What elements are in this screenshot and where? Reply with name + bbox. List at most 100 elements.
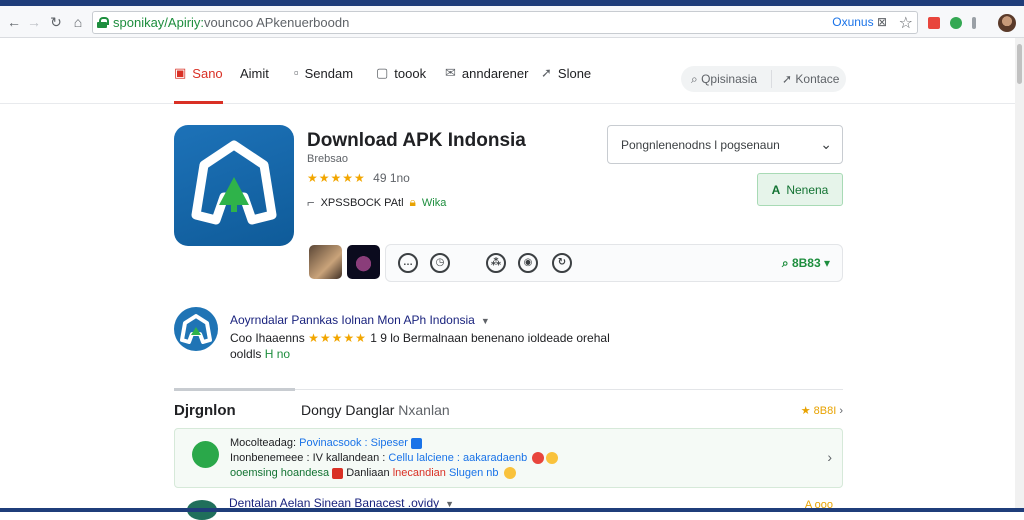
chevron-right-icon[interactable]: › [827,449,832,465]
list-item-text: Inonbenemeee : IV kallandean : [230,452,386,464]
tab-label: Sano [192,66,223,81]
forward-icon[interactable]: → [26,14,42,30]
list-item-line: Mocolteadag: Povinacsook : Sipeser [230,437,423,449]
contact-button[interactable]: ➚ Kontace [782,72,839,86]
extension-red-icon[interactable] [928,17,940,29]
refresh-icon[interactable]: ↻ [552,253,572,273]
section-subtitle-main: Dongy Danglar [301,402,395,418]
featured-app-logo[interactable] [174,307,218,351]
star-icon: ★ [800,405,811,417]
menu-dots-icon[interactable] [972,17,976,29]
emoji-icon [503,467,516,480]
list-item-link[interactable]: Povinacsook : Sipeser [299,437,408,449]
featured-extra-line: ooldls H no [230,347,290,361]
version-select[interactable]: Pongnlenenodns l pogsenaun ⌄ [607,125,843,164]
lock-icon [97,17,109,28]
tab-label: anndarener [461,66,529,81]
section-subtitle[interactable]: Dongy Danglar Nxanlan [301,402,450,418]
bookmark-star-icon[interactable]: ☆ [899,13,913,33]
profile-avatar[interactable] [998,14,1016,32]
clear-icon[interactable]: ⊠ [877,15,887,29]
chevron-down-icon: ⌄ [820,136,832,152]
tab-label: toook [394,66,427,81]
contact-label: Kontace [795,72,840,86]
camera-icon[interactable]: ◉ [518,253,538,273]
list-item[interactable]: Mocolteadag: Povinacsook : Sipeser Inonb… [174,428,843,488]
featured-description: 1 9 lo Bermalnaan benenano ioldeade oreh… [370,331,610,345]
tab-label: Slone [557,66,592,81]
home-icon[interactable]: ⌂ [70,14,86,30]
app-title: Download APK Indonsia [307,130,526,151]
featured-meta: Coo Ihaaenns [230,331,305,345]
site-nav-tabs: ▣ Sano Aimit ▫ Sendam ▢ toook ✉ anndaren… [0,38,1015,104]
screenshot-thumbnail[interactable] [347,245,380,279]
screenshot-thumbnail[interactable] [309,245,342,279]
tab-mail[interactable]: ✉ anndarener [445,66,528,94]
featured-title-text: Aoyrndalar Pannkas Iolnan Mon APh Indons… [230,313,475,327]
mail-icon: ✉ [445,65,456,80]
back-icon[interactable]: ← [6,14,22,30]
square-icon: ▫ [294,65,299,80]
featured-extra-tag: H no [264,347,291,361]
tab-store[interactable]: ▣ Sano [174,66,223,104]
tab-aimit[interactable]: Aimit [240,66,269,94]
emoji-icon [546,452,559,465]
share-icon: ➚ [541,65,552,80]
rating-stars: ★★★★★ [307,171,366,185]
chat-app-icon [192,441,219,468]
section-sort-label: 8B8I [813,405,837,417]
app-logo-icon [180,314,212,344]
install-button[interactable]: A Nenena [757,173,843,206]
list-item-text: Danliaan [346,467,390,479]
tab-book[interactable]: ▢ toook [376,66,426,94]
app-info-tag[interactable]: Wika [422,197,446,209]
share-icon: ➚ [782,72,793,86]
review-count[interactable]: ⌕ 8B83 ▾ [782,256,830,271]
list-item-highlight: lnecandian [392,467,446,479]
search-icon: ⌕ [691,72,698,86]
corner-icon: ⌐ [307,195,315,210]
tab-sendam[interactable]: ▫ Sendam [294,66,353,94]
app-icon [174,125,294,246]
scrollbar-track[interactable] [1015,38,1024,508]
list-item-link[interactable]: Cellu lalciene : aakaradaenb [388,452,527,464]
list-item-link[interactable]: Slugen nb [449,467,499,479]
section-sort[interactable]: ★ 8B8I › [801,404,843,417]
search-label: Qpisinasia [701,72,758,86]
tab-share[interactable]: ➚ Slone [541,66,591,94]
url-path: vouncoo APkenuerboodn [204,15,350,30]
search-icon: ⌕ [781,256,789,270]
clock-icon[interactable]: ◷ [430,253,450,273]
app-developer[interactable]: Brebsao [307,153,348,165]
app-rating: ★★★★★ 49 1no [307,171,410,185]
url-text: sponikay/Apiriy:vouncoo APkenuerboodn [113,15,349,30]
search-input[interactable]: ⌕ Qpisinasia [691,72,757,87]
chevron-down-icon: ▾ [823,256,830,270]
featured-rating-line: Coo Ihaaenns ★★★★★ 1 9 lo Bermalnaan ben… [230,331,610,345]
list-item-tag: ooemsing hoandesa [230,467,330,479]
caret-down-icon: ▼ [480,316,490,326]
omnibox-extension[interactable]: Oxunus ⊠ [832,15,887,29]
section-title[interactable]: Djrgnlon [174,402,236,419]
emoji-icon [532,452,545,465]
app-info-row: ⌐ XPSSBOCK PAtl 🔒︎ Wika [307,195,446,210]
tab-label: Aimit [240,66,269,81]
people-icon[interactable]: ⁂ [486,253,506,273]
extension-green-icon[interactable] [950,17,962,29]
featured-title[interactable]: Aoyrndalar Pannkas Iolnan Mon APh Indons… [230,313,490,327]
badge-icon [332,467,344,479]
site-search-bar[interactable]: ⌕ Qpisinasia ➚ Kontace [681,66,846,92]
book-icon: ▢ [376,65,389,80]
scrollbar-thumb[interactable] [1017,44,1022,84]
address-bar[interactable]: sponikay/Apiriy:vouncoo APkenuerboodn Ox… [92,11,918,34]
rating-stars: ★★★★★ [308,331,367,345]
section-tab-indicator [174,388,295,391]
list-item-title: Mocolteadag: [230,437,297,449]
omnibox-extension-label: Oxunus [832,15,874,29]
chat-icon[interactable]: … [398,253,418,273]
action-toolbar: … ◷ ⁂ ◉ ↻ ⌕ 8B83 ▾ [385,244,843,282]
app-logo-icon [191,140,277,225]
tab-label: Sendam [304,66,354,81]
featured-extra-text: ooldls [230,347,262,361]
reload-icon[interactable]: ↻ [48,14,64,30]
